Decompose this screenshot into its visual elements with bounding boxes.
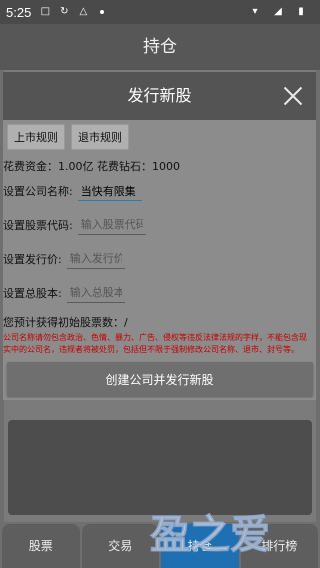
notification-icon: □ <box>40 6 51 17</box>
close-icon[interactable] <box>282 85 304 107</box>
company-name-row: 设置公司名称: <box>3 174 316 208</box>
issue-price-label: 设置发行价: <box>3 253 62 266</box>
create-company-button[interactable]: 创建公司并发行新股 <box>6 362 313 396</box>
rule-buttons: 上市规则 退市规则 <box>3 120 316 150</box>
battery-icon: ▮ <box>298 6 304 17</box>
issue-price-input[interactable] <box>66 249 125 269</box>
android-icon: △ <box>79 6 88 17</box>
status-bar: 5:25 □ ↻ △ ▾ ◢ ▮ <box>0 0 320 24</box>
wifi-icon: ▾ <box>252 6 258 17</box>
total-shares-label: 设置总股本: <box>3 287 62 300</box>
issue-stock-dialog: 发行新股 上市规则 退市规则 花费资金：1.00亿 花费钻石：1000 设置公司… <box>3 72 316 400</box>
cost-text: 花费资金：1.00亿 花费钻石：1000 <box>3 160 180 173</box>
warning-text: 公司名称请勿包含政治、色情、暴力、广告、侵权等违反法律法规的字样，不能包含现实中… <box>3 333 307 354</box>
delisting-rules-button[interactable]: 退市规则 <box>71 124 129 150</box>
estimate-text: 您预计获得初始股票数：/ <box>3 316 128 329</box>
stock-code-row: 设置股票代码: <box>3 208 316 242</box>
tab-stocks[interactable]: 股票 <box>2 524 80 568</box>
sync-icon: ↻ <box>60 6 69 17</box>
stock-code-input[interactable] <box>77 215 146 235</box>
issue-price-row: 设置发行价: <box>3 242 316 276</box>
total-shares-input[interactable] <box>66 283 125 303</box>
listing-rules-button[interactable]: 上市规则 <box>7 124 65 150</box>
watermark-text: 盈之爱 <box>150 512 270 558</box>
company-name-label: 设置公司名称: <box>3 185 73 198</box>
status-time: 5:25 <box>6 4 32 20</box>
watermark-logo: 盈之爱 <box>149 511 270 558</box>
dialog-title: 发行新股 <box>127 86 192 105</box>
more-dot-icon <box>96 6 108 18</box>
total-shares-row: 设置总股本: <box>3 276 316 310</box>
signal-icon: ◢ <box>274 6 282 17</box>
background-card <box>8 420 312 515</box>
page-title: 持仓 <box>0 24 320 70</box>
stock-code-label: 设置股票代码: <box>3 219 73 232</box>
company-name-input[interactable] <box>77 181 142 201</box>
dialog-header: 发行新股 <box>3 72 316 120</box>
